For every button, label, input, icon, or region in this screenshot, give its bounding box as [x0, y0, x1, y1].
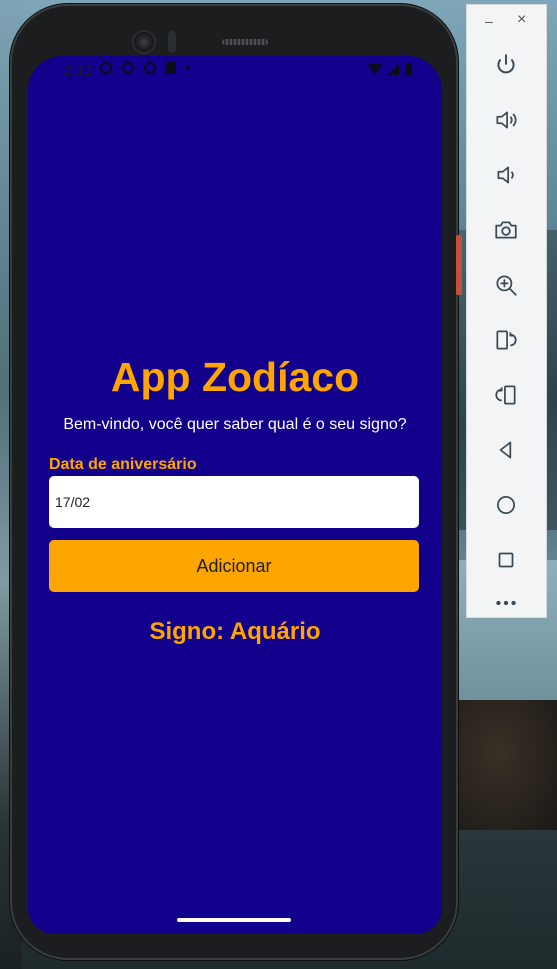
- overview-icon[interactable]: [485, 540, 527, 580]
- shield-icon: [100, 62, 112, 74]
- minimize-button[interactable]: –: [485, 13, 493, 29]
- add-button[interactable]: Adicionar: [49, 540, 419, 592]
- earpiece-speaker: [222, 39, 268, 45]
- app-screen: 2:12 App Zodíaco Bem-vindo, você quer sa…: [28, 56, 442, 934]
- rotate-right-icon[interactable]: [485, 375, 527, 415]
- front-camera: [134, 32, 154, 52]
- gesture-home-indicator[interactable]: [177, 918, 291, 922]
- desktop-background-rock: [458, 700, 557, 830]
- sd-card-icon: [166, 62, 176, 74]
- back-icon[interactable]: [485, 430, 527, 470]
- status-bar: 2:12: [28, 56, 442, 86]
- status-time: 2:12: [64, 62, 94, 78]
- battery-icon: [405, 63, 412, 75]
- security-icon: [144, 62, 156, 74]
- rotate-left-icon[interactable]: [485, 320, 527, 360]
- zoom-in-icon[interactable]: [485, 265, 527, 305]
- birthday-input[interactable]: 17/02: [49, 476, 419, 528]
- proximity-sensor: [168, 31, 176, 53]
- power-icon[interactable]: [485, 45, 527, 85]
- notification-dot-icon: [186, 66, 190, 70]
- cell-signal-icon: [388, 64, 399, 75]
- wifi-icon: [368, 64, 382, 75]
- home-icon[interactable]: [485, 485, 527, 525]
- birthday-label: Data de aniversário: [49, 456, 197, 473]
- camera-icon[interactable]: [485, 210, 527, 250]
- welcome-subtitle: Bem-vindo, você quer saber qual é o seu …: [63, 416, 407, 433]
- more-icon[interactable]: [485, 593, 527, 613]
- volume-up-icon[interactable]: [485, 100, 527, 140]
- toolbar-window-controls: – ×: [467, 5, 546, 37]
- phone-power-button[interactable]: [456, 235, 462, 295]
- volume-down-icon[interactable]: [485, 155, 527, 195]
- emulator-toolbar: – ×: [466, 4, 547, 618]
- status-system-icons: [368, 63, 412, 75]
- zodiac-result: Signo: Aquário: [149, 618, 321, 645]
- close-button[interactable]: ×: [517, 11, 526, 29]
- app-title: App Zodíaco: [110, 354, 360, 400]
- sync-icon: [122, 62, 134, 74]
- status-notification-icons: [100, 62, 190, 74]
